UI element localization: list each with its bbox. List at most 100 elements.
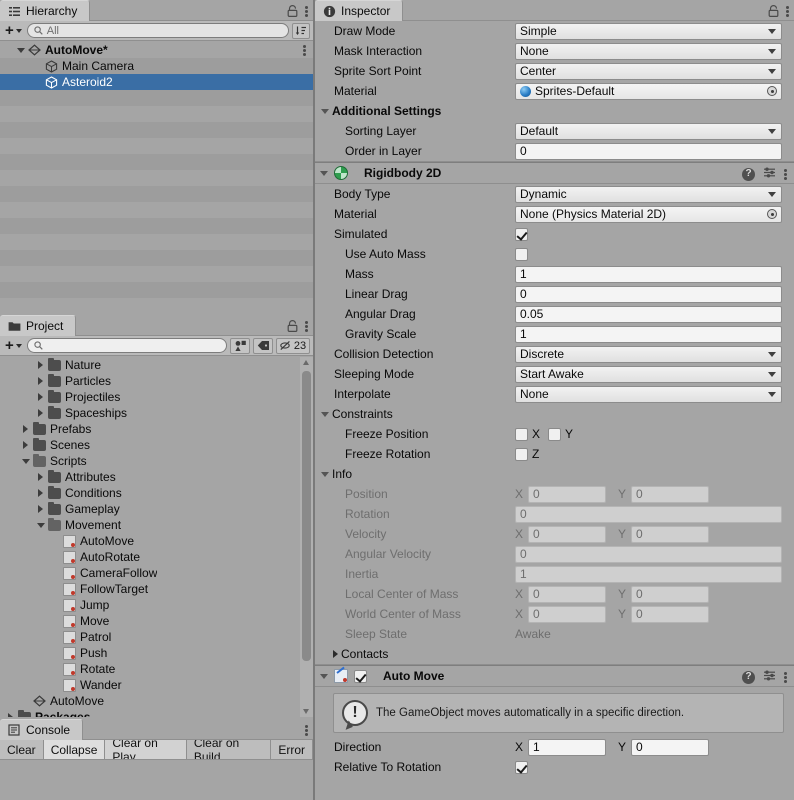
- project-item-rotate[interactable]: Rotate: [0, 661, 300, 677]
- lock-icon[interactable]: [285, 4, 299, 18]
- search-by-type-icon[interactable]: [230, 337, 250, 354]
- component-menu-icon[interactable]: [784, 670, 788, 684]
- project-item-push[interactable]: Push: [0, 645, 300, 661]
- vector2-x-input[interactable]: 0: [528, 525, 606, 543]
- lock-icon[interactable]: [766, 4, 780, 18]
- console-button-clear[interactable]: Clear: [0, 740, 44, 759]
- dropdown-field[interactable]: Discrete: [515, 345, 782, 363]
- project-item-packages[interactable]: Packages: [0, 709, 300, 717]
- tab-project[interactable]: Project: [0, 315, 77, 336]
- text-field[interactable]: 1: [515, 325, 782, 343]
- console-button-collapse[interactable]: Collapse: [43, 740, 106, 759]
- freeze-position-y-checkbox[interactable]: [548, 427, 561, 441]
- text-field[interactable]: 0: [515, 142, 782, 160]
- chevron-down-icon[interactable]: [34, 522, 47, 528]
- preset-icon[interactable]: [763, 669, 776, 685]
- console-button-clear-on-build[interactable]: Clear on Build: [186, 740, 272, 759]
- hierarchy-tree[interactable]: AutoMove* Main Camera Asteroid2: [0, 42, 313, 313]
- chevron-down-icon[interactable]: [14, 47, 27, 53]
- project-item-particles[interactable]: Particles: [0, 373, 300, 389]
- chevron-right-icon[interactable]: [4, 713, 17, 717]
- text-field[interactable]: 0: [515, 285, 782, 303]
- create-button[interactable]: +: [3, 23, 24, 39]
- project-search-input[interactable]: [26, 338, 227, 353]
- foldout-constraints[interactable]: Constraints: [315, 404, 794, 424]
- project-item-move[interactable]: Move: [0, 613, 300, 629]
- project-scrollbar[interactable]: [300, 357, 313, 717]
- tab-inspector[interactable]: Inspector: [315, 0, 404, 21]
- component-header-rigidbody-2d[interactable]: Rigidbody 2D?: [315, 162, 794, 184]
- console-menu-icon[interactable]: [305, 723, 309, 737]
- text-field[interactable]: 0.05: [515, 305, 782, 323]
- vector2-y-input[interactable]: 0: [631, 585, 709, 603]
- dropdown-field[interactable]: Center: [515, 62, 782, 80]
- object-picker-icon[interactable]: [767, 86, 777, 96]
- console-button-clear-on-play[interactable]: Clear on Play: [105, 740, 187, 759]
- project-item-wander[interactable]: Wander: [0, 677, 300, 693]
- dropdown-field[interactable]: Dynamic: [515, 185, 782, 203]
- vector2-y-input[interactable]: 0: [631, 738, 709, 756]
- project-tree[interactable]: Nature Particles Projectiles Spaceships Pref…: [0, 357, 300, 717]
- help-icon[interactable]: ?: [742, 167, 755, 181]
- tab-hierarchy[interactable]: Hierarchy: [0, 0, 91, 21]
- text-field[interactable]: 0: [515, 505, 782, 523]
- foldout-info[interactable]: Info: [315, 464, 794, 484]
- vector2-x-input[interactable]: 0: [528, 605, 606, 623]
- hierarchy-menu-icon[interactable]: [305, 4, 309, 18]
- vector2-y-input[interactable]: 0: [631, 485, 709, 503]
- chevron-right-icon[interactable]: [34, 361, 47, 369]
- project-item-nature[interactable]: Nature: [0, 357, 300, 373]
- project-item-camerafollow[interactable]: CameraFollow: [0, 565, 300, 581]
- checkbox[interactable]: [515, 227, 528, 241]
- project-item-spaceships[interactable]: Spaceships: [0, 405, 300, 421]
- object-picker-icon[interactable]: [767, 209, 777, 219]
- dropdown-field[interactable]: None: [515, 385, 782, 403]
- vector2-x-input[interactable]: 0: [528, 585, 606, 603]
- text-field[interactable]: 1: [515, 265, 782, 283]
- chevron-right-icon[interactable]: [19, 441, 32, 449]
- scroll-down-icon[interactable]: [303, 709, 309, 714]
- project-item-projectiles[interactable]: Projectiles: [0, 389, 300, 405]
- hierarchy-row-menu-icon[interactable]: [303, 43, 307, 57]
- foldout-additional-settings[interactable]: Additional Settings: [315, 101, 794, 121]
- scroll-up-icon[interactable]: [303, 360, 309, 365]
- vector2-x-input[interactable]: 0: [528, 485, 606, 503]
- dropdown-field[interactable]: Default: [515, 122, 782, 140]
- project-scroll-thumb[interactable]: [302, 371, 311, 661]
- chevron-right-icon[interactable]: [34, 393, 47, 401]
- sort-icon[interactable]: [292, 22, 310, 39]
- project-item-scenes[interactable]: Scenes: [0, 437, 300, 453]
- object-field[interactable]: None (Physics Material 2D): [515, 205, 782, 223]
- chevron-down-icon[interactable]: [320, 673, 328, 679]
- freeze-rotation-z-checkbox[interactable]: [515, 447, 528, 461]
- project-item-patrol[interactable]: Patrol: [0, 629, 300, 645]
- console-log-area[interactable]: [0, 761, 313, 800]
- lock-icon[interactable]: [285, 319, 299, 333]
- vector2-y-input[interactable]: 0: [631, 525, 709, 543]
- project-item-autorotate[interactable]: AutoRotate: [0, 549, 300, 565]
- vector2-x-input[interactable]: 1: [528, 738, 606, 756]
- help-icon[interactable]: ?: [742, 670, 755, 684]
- project-item-conditions[interactable]: Conditions: [0, 485, 300, 501]
- chevron-right-icon[interactable]: [34, 377, 47, 385]
- project-item-jump[interactable]: Jump: [0, 597, 300, 613]
- chevron-right-icon[interactable]: [34, 409, 47, 417]
- project-menu-icon[interactable]: [305, 319, 309, 333]
- project-item-gameplay[interactable]: Gameplay: [0, 501, 300, 517]
- project-item-automove[interactable]: AutoMove: [0, 533, 300, 549]
- checkbox[interactable]: [515, 760, 528, 774]
- project-item-prefabs[interactable]: Prefabs: [0, 421, 300, 437]
- project-item-scripts[interactable]: Scripts: [0, 453, 300, 469]
- vector2-y-input[interactable]: 0: [631, 605, 709, 623]
- component-header-auto-move[interactable]: Auto Move?: [315, 665, 794, 687]
- foldout-contacts[interactable]: Contacts: [315, 644, 794, 664]
- tab-console[interactable]: Console: [0, 719, 84, 740]
- component-enabled-checkbox[interactable]: [354, 669, 367, 683]
- preset-icon[interactable]: [763, 166, 776, 182]
- project-item-movement[interactable]: Movement: [0, 517, 300, 533]
- text-field[interactable]: 0: [515, 545, 782, 563]
- dropdown-field[interactable]: Start Awake: [515, 365, 782, 383]
- chevron-right-icon[interactable]: [34, 473, 47, 481]
- chevron-down-icon[interactable]: [320, 170, 328, 176]
- text-field[interactable]: 1: [515, 565, 782, 583]
